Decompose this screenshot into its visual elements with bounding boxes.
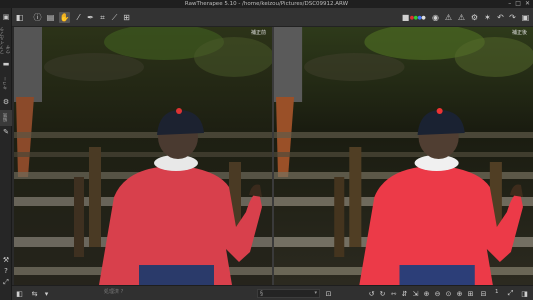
focus-mask-icon[interactable]: ◉: [430, 12, 441, 23]
menu-arrow-icon[interactable]: ▾: [42, 289, 51, 298]
tab-editor[interactable]: 編集: [0, 110, 12, 126]
after-preview-panel[interactable]: 補正後: [274, 27, 533, 285]
tab-file-browser[interactable]: ファイルブラウザ: [0, 24, 12, 54]
after-label: 補正後: [511, 30, 527, 36]
tab-queue[interactable]: キュー: [0, 72, 12, 94]
editor-icon[interactable]: ✎: [2, 128, 10, 136]
zoom-in-icon[interactable]: ⊕: [455, 289, 464, 298]
color-picker-icon[interactable]: ✒: [85, 12, 96, 23]
favorite-icon[interactable]: ✶: [482, 12, 493, 23]
clipped-highlights-icon[interactable]: ⚠: [456, 12, 467, 23]
close-button[interactable]: ✕: [525, 0, 530, 8]
minimize-button[interactable]: –: [508, 0, 511, 8]
save-icon[interactable]: ⇲: [411, 289, 420, 298]
help-icon[interactable]: ?: [2, 267, 10, 275]
history-icon[interactable]: ▤: [45, 12, 56, 23]
zoom-fit-crop-icon[interactable]: ⊞: [466, 289, 475, 298]
folder-icon[interactable]: ▬: [2, 60, 10, 68]
flip-horizontal-icon[interactable]: ⇿: [389, 289, 398, 298]
rotate-left-icon[interactable]: ↺: [367, 289, 376, 298]
window-controls: – □ ✕: [508, 0, 530, 8]
left-pane-toggle-icon[interactable]: ◧: [15, 289, 24, 298]
redo-icon[interactable]: ↷: [507, 12, 518, 23]
zoom-out-icon[interactable]: ⊖: [433, 289, 442, 298]
window-title: RawTherapee 5.10 - /home/keizou/Pictures…: [184, 1, 349, 7]
title-bar: RawTherapee 5.10 - /home/keizou/Pictures…: [0, 0, 533, 8]
after-photo: [274, 27, 533, 285]
snapshot-icon[interactable]: ▣: [520, 12, 531, 23]
rotate-right-icon[interactable]: ↻: [378, 289, 387, 298]
flip-icon[interactable]: ⇆: [30, 289, 39, 298]
right-pane-toggle-icon[interactable]: ◨: [520, 289, 529, 298]
before-preview-panel[interactable]: 補正前: [14, 27, 272, 285]
preview-channel-icons[interactable]: ● ● ● ●: [410, 12, 426, 23]
info-icon[interactable]: ⓘ: [32, 12, 43, 23]
editor-bottom-bar: ◧ ⇆ ▾ 処理済 ? § ▾ ⊡ ↺ ↻ ⇿ ⇵ ⇲ ⊕ ⊖ ⊙ ⊕ ⊞ ⊟ …: [12, 285, 533, 300]
pane-toggle-icon[interactable]: ◧: [14, 12, 25, 23]
before-photo: [14, 27, 272, 285]
zoom-100-icon[interactable]: ⊙: [444, 289, 453, 298]
fullscreen-icon[interactable]: ⤢: [506, 289, 515, 298]
maximize-button[interactable]: □: [515, 0, 521, 8]
straighten-icon[interactable]: ⟋: [109, 12, 120, 23]
left-tab-strip: ▣ ファイルブラウザ ▬ キュー ⚙ 編集 ✎ ⚒ ? ⤢: [0, 8, 12, 300]
before-label: 補正前: [250, 30, 266, 36]
lock-icon[interactable]: ⊡: [324, 289, 333, 298]
crop-icon[interactable]: ⌗: [97, 12, 108, 23]
panel-collapse-icon[interactable]: ▣: [2, 13, 10, 21]
profile-select[interactable]: § ▾: [257, 289, 320, 298]
gear-icon[interactable]: ⚙: [469, 12, 480, 23]
flip-vertical-icon[interactable]: ⇵: [400, 289, 409, 298]
editor-toolbar: ◧ ⓘ ▤ ✋ ⁄ ✒ ⌗ ⟋ ⊞ ■ ● ● ● ● ◉ ⚠ ⚠ ⚙ ✶ ↶ ↷ ▣: [12, 8, 533, 27]
new-detail-window-icon[interactable]: ⊟: [479, 289, 488, 298]
preferences-icon[interactable]: ⚒: [2, 256, 10, 264]
white-balance-picker-icon[interactable]: ⁄: [73, 12, 84, 23]
zoom-fit-icon[interactable]: ⊕: [422, 289, 431, 298]
undo-icon[interactable]: ↶: [495, 12, 506, 23]
clipped-shadows-icon[interactable]: ⚠: [443, 12, 454, 23]
zoom-value: 1: [495, 289, 499, 295]
queue-icon[interactable]: ⚙: [2, 98, 10, 106]
queue-icon[interactable]: ⊞: [121, 12, 132, 23]
fullscreen-icon[interactable]: ⤢: [2, 278, 10, 286]
processed-status: 処理済 ?: [104, 289, 124, 295]
hand-icon[interactable]: ✋: [59, 12, 70, 23]
